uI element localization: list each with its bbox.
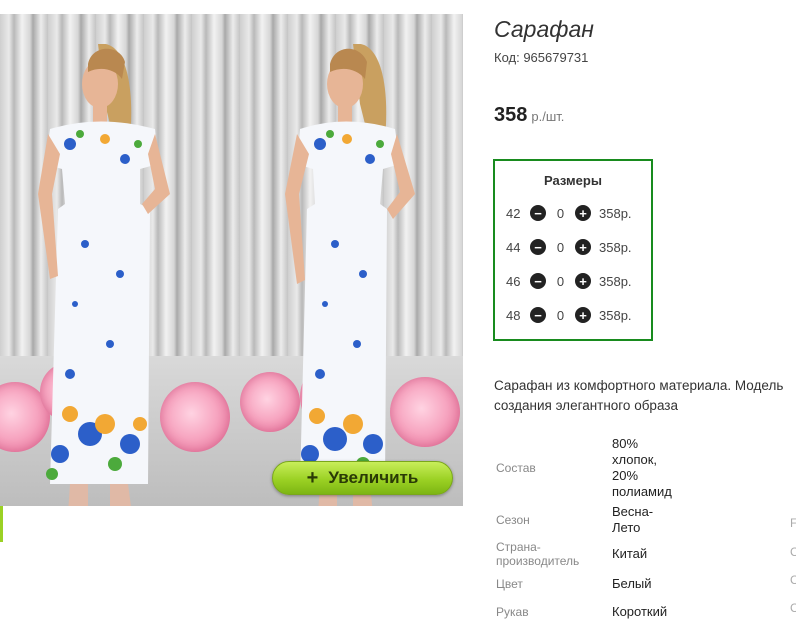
sizes-panel: Размеры 42 − 0 + 358р. 44 − 0 + 358р. 46… (493, 159, 653, 341)
spec-value-line: хлопок, (612, 452, 658, 467)
quantity-value[interactable]: 0 (546, 308, 575, 323)
product-description: Сарафан из комфортного материала. Модель… (494, 376, 796, 416)
quantity-value[interactable]: 0 (546, 240, 575, 255)
sizes-title: Размеры (544, 173, 602, 188)
plus-icon[interactable]: + (575, 205, 591, 221)
description-line: создания элегантного образа (494, 398, 678, 413)
plus-icon: + (306, 467, 319, 489)
price-unit: р./шт. (531, 109, 565, 124)
size-price: 358р. (599, 205, 632, 221)
spec-value: Белый (612, 576, 652, 591)
spec-label: Состав (496, 461, 536, 475)
spec-value: Весна- Лето (612, 504, 653, 536)
spec-value-line: 20% (612, 468, 639, 483)
quantity-value[interactable]: 0 (546, 206, 575, 221)
product-title: Сарафан (494, 16, 594, 42)
spec-value-line: полиамид (612, 484, 672, 499)
minus-icon[interactable]: − (530, 273, 546, 289)
spec-value-line: Весна- (612, 504, 654, 519)
quantity-value[interactable]: 0 (546, 274, 575, 289)
plus-icon[interactable]: + (575, 307, 591, 323)
product-photo[interactable] (0, 14, 463, 506)
product-price: 358 р./шт. (494, 104, 564, 127)
size-price: 358р. (599, 239, 632, 255)
clipped-label: С (790, 545, 796, 559)
size-price: 358р. (599, 307, 632, 323)
zoom-button-label: Увеличить (328, 468, 419, 487)
spec-label: Страна- производитель (496, 540, 579, 568)
spec-value: Китай (612, 546, 648, 561)
size-label: 48 (506, 307, 521, 323)
spec-label-line: Страна- (496, 540, 541, 554)
spec-label: Сезон (496, 513, 530, 527)
spec-value: Короткий (612, 604, 668, 619)
minus-icon[interactable]: − (530, 307, 546, 323)
clipped-label: F (790, 516, 796, 530)
minus-icon[interactable]: − (530, 205, 546, 221)
zoom-button[interactable]: + Увеличить (272, 461, 453, 495)
minus-icon[interactable]: − (530, 239, 546, 255)
plus-icon[interactable]: + (575, 273, 591, 289)
size-price: 358р. (599, 273, 632, 289)
clipped-label: С (790, 573, 796, 587)
model-figure-left (30, 43, 180, 506)
model-figure-right (275, 43, 425, 506)
size-row: 48 − 0 + 358р. (506, 305, 632, 325)
size-row: 46 − 0 + 358р. (506, 271, 632, 291)
description-line: Сарафан из комфортного материала. Модель (494, 378, 784, 393)
size-row: 44 − 0 + 358р. (506, 237, 632, 257)
size-row: 42 − 0 + 358р. (506, 203, 632, 223)
spec-value: 80% хлопок, 20% полиамид (612, 436, 672, 500)
clipped-label: С (790, 601, 796, 615)
spec-value-line: 80% (612, 436, 639, 451)
spec-label-line: производитель (496, 554, 580, 568)
spec-label: Рукав (496, 605, 529, 619)
size-label: 44 (506, 239, 521, 255)
spec-value-line: Лето (612, 520, 641, 535)
size-label: 46 (506, 273, 521, 289)
spec-label: Цвет (496, 577, 523, 591)
plus-icon[interactable]: + (575, 239, 591, 255)
gallery-thumb-indicator[interactable] (0, 506, 3, 542)
product-code: Код: 965679731 (494, 50, 589, 65)
size-label: 42 (506, 205, 521, 221)
price-value: 358 (494, 104, 528, 126)
